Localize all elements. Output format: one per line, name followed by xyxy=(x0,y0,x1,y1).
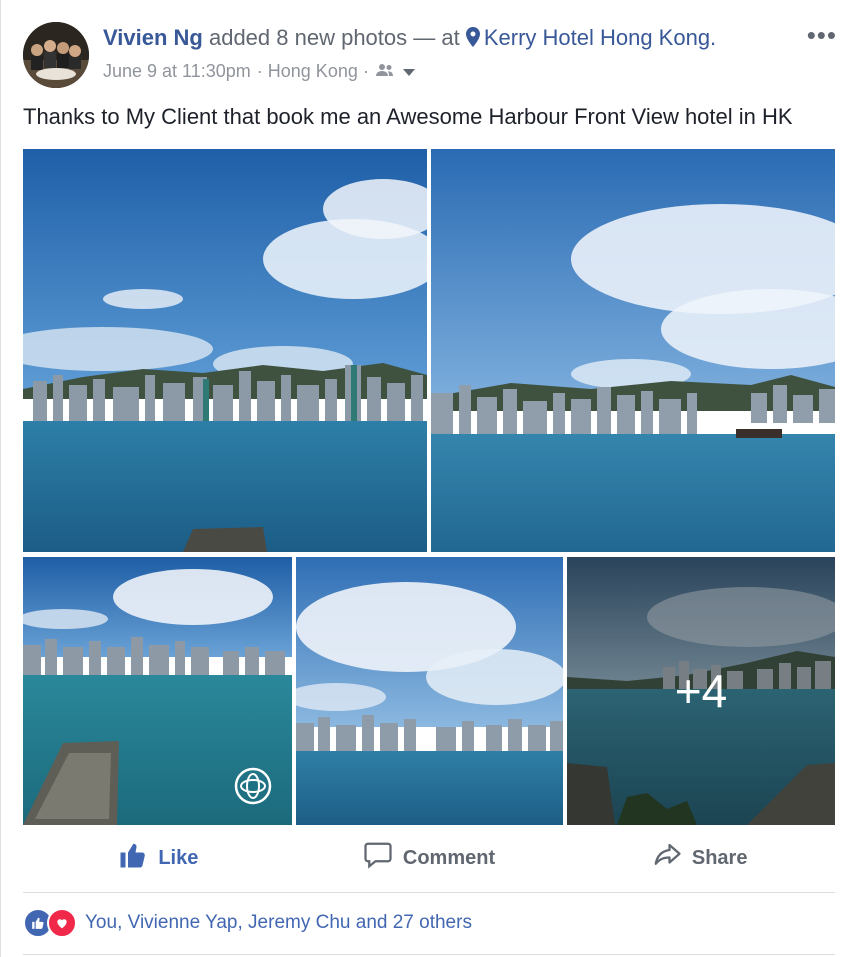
share-button[interactable]: Share xyxy=(564,835,835,881)
more-dots-icon[interactable]: ••• xyxy=(807,22,837,48)
author-avatar[interactable] xyxy=(23,22,89,88)
post-caption: Thanks to My Client that book me an Awes… xyxy=(23,104,793,129)
like-button[interactable]: Like xyxy=(23,835,294,881)
360-photo-icon xyxy=(234,767,272,805)
post-card: Vivien Ng added 8 new photos — at Kerry … xyxy=(0,0,853,957)
reactions-text[interactable]: You, Vivienne Yap, Jeremy Chu and 27 oth… xyxy=(85,912,472,934)
photo-2[interactable] xyxy=(431,149,835,552)
post-actions: Like Comment Share xyxy=(23,835,835,881)
comment-icon xyxy=(363,840,393,876)
photo-1[interactable] xyxy=(23,149,427,552)
place-label[interactable]: · Hong Kong · xyxy=(257,61,369,82)
thumbs-up-icon xyxy=(118,840,148,876)
reactions-summary[interactable]: You, Vivienne Yap, Jeremy Chu and 27 oth… xyxy=(23,908,472,938)
map-pin-icon xyxy=(465,27,480,53)
photo-3[interactable] xyxy=(23,557,292,825)
share-icon xyxy=(652,840,682,876)
friends-icon[interactable] xyxy=(375,61,397,82)
audience-dropdown-icon[interactable] xyxy=(402,61,415,82)
photo-harbour-skyline xyxy=(23,149,427,552)
like-label: Like xyxy=(158,846,199,869)
post-meta: June 9 at 11:30pm · Hong Kong · xyxy=(103,61,415,82)
actions-divider xyxy=(23,892,835,893)
love-reaction-icon xyxy=(47,908,77,938)
more-photos-overlay[interactable]: +4 xyxy=(567,557,835,825)
photo-cloudy-skyline xyxy=(296,557,563,825)
post-header: Vivien Ng added 8 new photos — at Kerry … xyxy=(103,25,716,53)
share-label: Share xyxy=(691,846,748,869)
photo-5-more[interactable]: +4 xyxy=(567,557,835,825)
location-link[interactable]: Kerry Hotel Hong Kong. xyxy=(484,25,716,50)
comment-label: Comment xyxy=(402,846,496,869)
comment-button[interactable]: Comment xyxy=(294,835,565,881)
more-photos-count: +4 xyxy=(674,665,728,717)
action-text: added 8 new photos — at xyxy=(202,25,466,50)
reaction-icons xyxy=(23,908,77,938)
author-name[interactable]: Vivien Ng xyxy=(103,25,203,50)
photo-harbour-view xyxy=(431,149,835,552)
photo-4[interactable] xyxy=(296,557,563,825)
timestamp[interactable]: June 9 at 11:30pm xyxy=(103,61,251,82)
reactions-divider xyxy=(23,954,835,955)
